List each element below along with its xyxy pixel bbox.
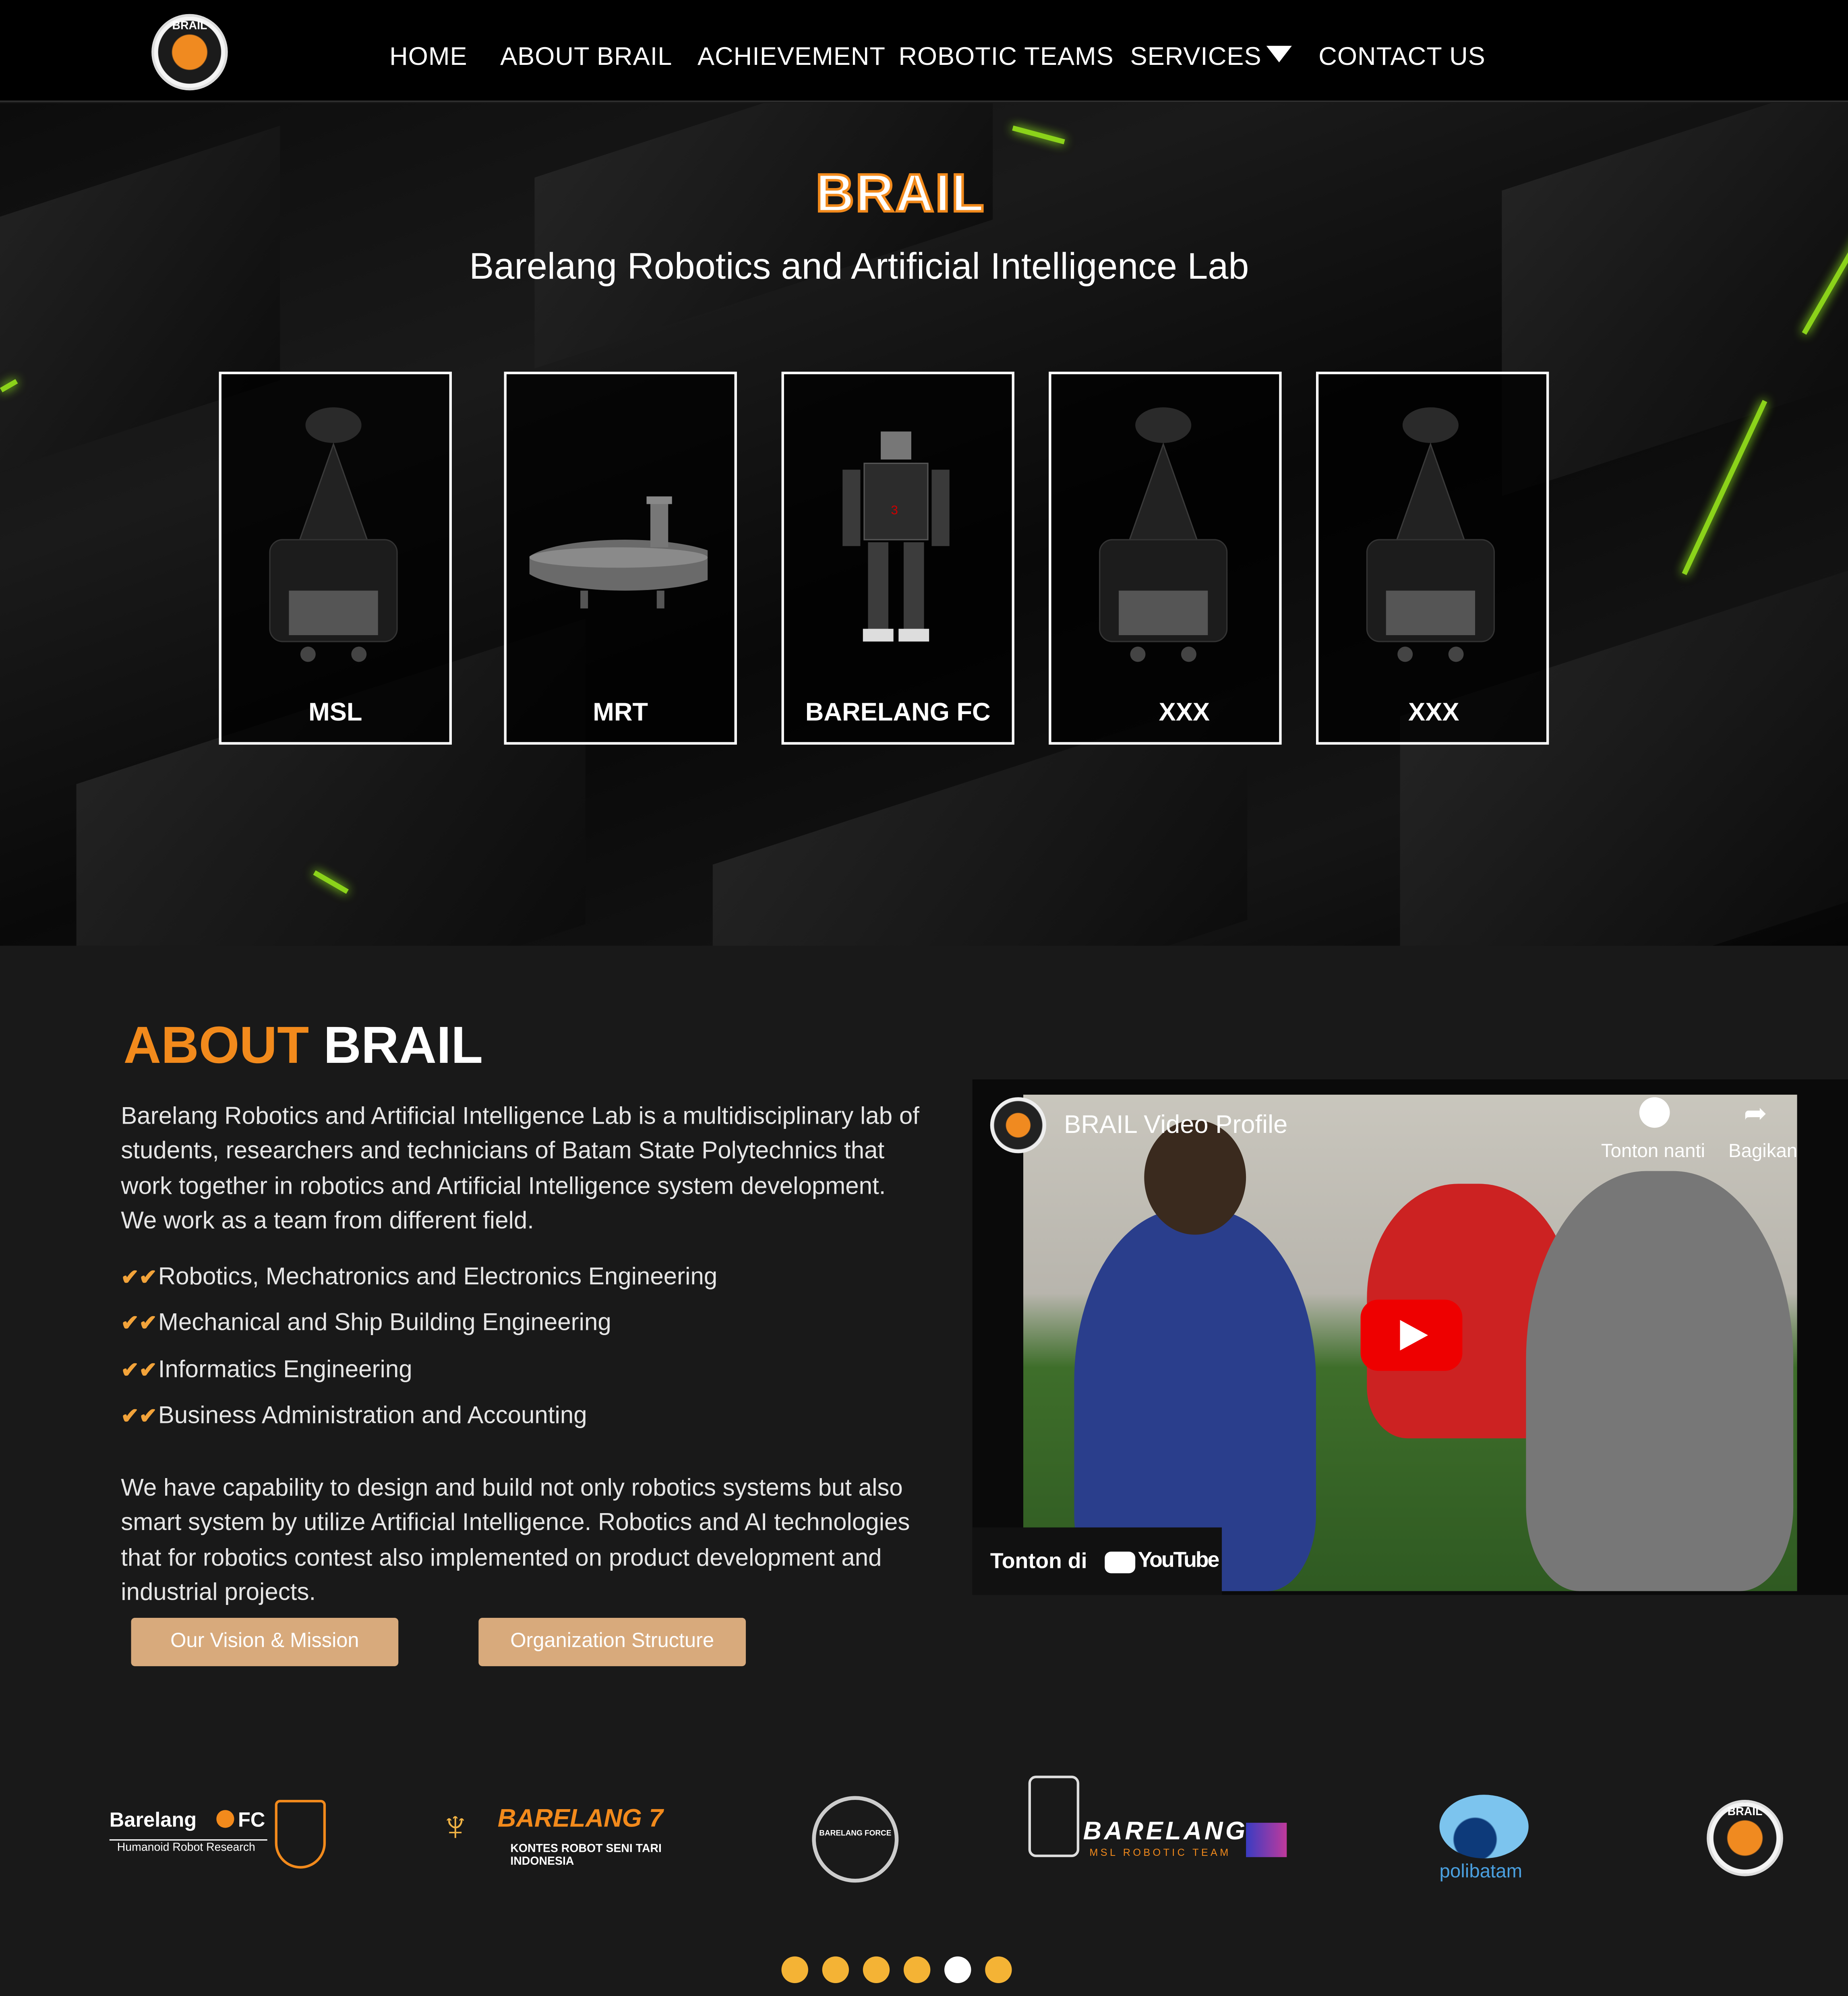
team-card-label: BARELANG FC [805,699,991,727]
robot-icon [1028,1775,1080,1857]
brail-logo[interactable]: BRAIL [151,14,228,91]
field-item: ✔✔ Mechanical and Ship Building Engineer… [121,1310,611,1338]
carousel-dot[interactable] [781,1956,808,1984]
brail-partner-text: BRAIL [1727,1805,1763,1818]
nav-services[interactable]: SERVICES [1130,43,1292,72]
dancer-icon: ♆ [439,1802,472,1851]
about-capability: We have capability to design and build n… [121,1475,910,1607]
field-label: Robotics, Mechatronics and Electronics E… [158,1264,718,1291]
field-label: Informatics Engineering [158,1357,412,1384]
wave-icon [1439,1795,1529,1859]
double-check-icon: ✔✔ [121,1265,157,1290]
organization-structure-button[interactable]: Organization Structure [478,1617,746,1667]
shield-icon [275,1799,326,1869]
watch-on-label: Tonton di [990,1549,1087,1574]
hero-title: BRAIL [814,162,985,224]
team-card-xxx-2[interactable]: XXX [1316,371,1549,745]
polibatam-logo[interactable]: polibatam [1439,1795,1531,1886]
watch-on-youtube[interactable]: Tonton di YouTube [972,1527,1222,1595]
double-check-icon: ✔✔ [121,1358,157,1383]
team-card-label: MRT [593,699,648,727]
about-heading-rest: BRAIL [323,1016,483,1075]
brail-partner-logo[interactable]: BRAIL [1707,1799,1783,1876]
team-card-xxx-1[interactable]: XXX [1049,371,1282,745]
msl-robot-icon [269,407,398,662]
msl-tagline: MSL ROBOTIC TEAM [1089,1847,1231,1859]
fc-suffix: FC [238,1810,265,1832]
force-name: BARELANG FORCE [819,1830,892,1838]
youtube-embed[interactable]: BRAIL Video Profile Tonton nanti ➦ Bagika… [972,1079,1848,1595]
share-label: Bagikan [1728,1140,1798,1162]
msl-robot-icon [1099,407,1228,662]
field-label: Mechanical and Ship Building Engineering [158,1310,611,1337]
share-icon: ➦ [1743,1097,1767,1129]
field-item: ✔✔ Robotics, Mechatronics and Electronic… [121,1264,717,1292]
humanoid-robot-icon: 3 [842,431,950,642]
youtube-wordmark: YouTube [1138,1548,1219,1572]
barelang-msl-logo[interactable]: BARELANG MSL ROBOTIC TEAM [1026,1775,1288,1865]
hero-subtitle: Barelang Robotics and Artificial Intelli… [469,247,1249,288]
carousel-dot[interactable] [944,1956,971,1984]
carousel-dots [781,1956,1012,1984]
share-button[interactable]: ➦ Bagikan [1728,1097,1798,1162]
team-card-mrt[interactable]: MRT [504,371,737,745]
youtube-icon [1105,1551,1136,1574]
top-nav: BRAIL HOME ABOUT BRAIL ACHIEVEMENT ROBOT… [0,0,1848,102]
team-card-label: XXX [1408,699,1459,727]
thumbnail-person [1526,1171,1794,1591]
fc-tagline: Humanoid Robot Research [117,1841,255,1853]
carousel-dot[interactable] [903,1956,931,1984]
team-card-barelang-fc[interactable]: 3 BARELANG FC [781,371,1014,745]
hero-section: BRAIL Barelang Robotics and Artificial I… [0,103,1848,946]
polibatam-name: polibatam [1439,1861,1523,1883]
nav-services-label: SERVICES [1130,43,1262,71]
video-title[interactable]: BRAIL Video Profile [1064,1111,1287,1141]
soccer-ball-icon [216,1810,234,1828]
clock-icon [1639,1097,1670,1128]
bg-block [1502,103,1848,496]
carousel-dot[interactable] [822,1956,849,1984]
seven-tagline: KONTES ROBOT SENI TARI INDONESIA [510,1842,662,1868]
barelang-7-logo[interactable]: ♆ BARELANG 7 KONTES ROBOT SENI TARI INDO… [439,1800,713,1867]
nav-about[interactable]: ABOUT BRAIL [500,43,672,72]
barelang-force-logo[interactable]: BARELANG FORCE [812,1796,899,1883]
svg-text:3: 3 [891,503,898,517]
submarine-icon [529,496,708,609]
field-item: ✔✔ Business Administration and Accountin… [121,1403,587,1431]
msl-name: BARELANG [1083,1818,1248,1846]
team-card-label: MSL [308,699,362,727]
field-label: Business Administration and Accounting [158,1402,587,1430]
nav-home[interactable]: HOME [389,43,467,72]
barelang-fc-logo[interactable]: Barelang FC Humanoid Robot Research [109,1799,329,1874]
neon-streak [1012,125,1065,145]
double-check-icon: ✔✔ [121,1311,157,1335]
logo-text: BRAIL [172,19,207,32]
b-mark-icon [1246,1822,1287,1857]
nav-contact[interactable]: CONTACT US [1318,43,1486,72]
nav-achievement[interactable]: ACHIEVEMENT [697,43,886,72]
team-card-label: XXX [1159,699,1210,727]
field-item: ✔✔ Informatics Engineering [121,1357,412,1385]
watch-later-button[interactable]: Tonton nanti [1601,1097,1705,1162]
channel-avatar[interactable] [990,1097,1046,1153]
fc-name: Barelang [109,1810,197,1832]
seven-name: BARELANG 7 [497,1805,663,1833]
double-check-icon: ✔✔ [121,1404,157,1429]
carousel-dot[interactable] [985,1956,1012,1984]
msl-robot-icon [1366,407,1495,662]
bg-block [534,103,993,369]
about-intro: Barelang Robotics and Artificial Intelli… [121,1104,919,1235]
about-heading-accent: ABOUT [123,1016,309,1075]
play-icon[interactable] [1360,1299,1463,1371]
about-heading: ABOUT BRAIL [124,1016,483,1076]
team-card-msl[interactable]: MSL [219,371,452,745]
carousel-dot[interactable] [863,1956,890,1984]
vision-mission-button[interactable]: Our Vision & Mission [131,1617,399,1667]
caret-down-icon [1266,46,1292,62]
nav-robotic-teams[interactable]: ROBOTIC TEAMS [898,43,1113,72]
watch-later-label: Tonton nanti [1601,1140,1705,1162]
